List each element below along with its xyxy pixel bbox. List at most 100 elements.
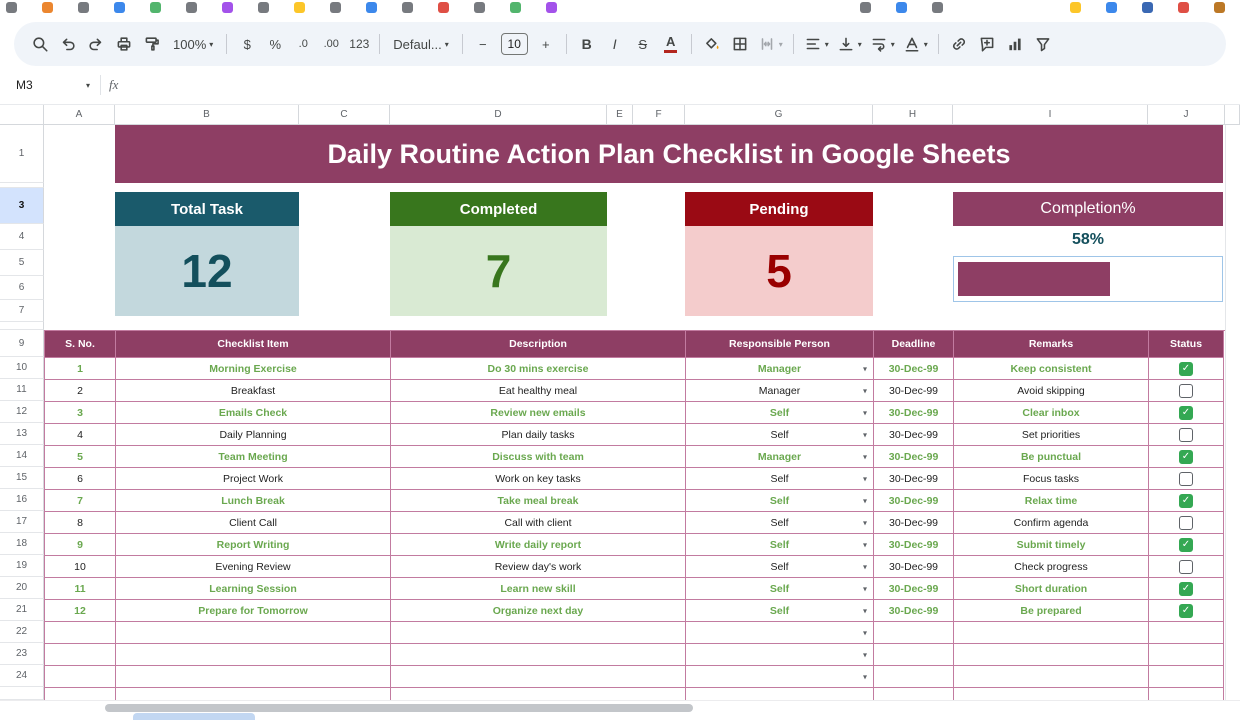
item-cell[interactable]: Morning Exercise xyxy=(116,358,391,380)
status-checkbox[interactable]: ✓ xyxy=(1179,406,1193,420)
remarks-cell[interactable]: Be punctual xyxy=(954,446,1149,468)
column-header-J[interactable]: J xyxy=(1148,105,1225,125)
increase-font-size-button[interactable]: + xyxy=(533,30,559,58)
remarks-cell[interactable]: Short duration xyxy=(954,578,1149,600)
bookmark-favicon[interactable] xyxy=(78,2,89,13)
person-cell[interactable]: Self▾ xyxy=(686,490,874,512)
borders-button[interactable] xyxy=(727,30,753,58)
currency-format-button[interactable]: $ xyxy=(234,30,260,58)
pending-card-header[interactable]: Pending xyxy=(685,192,873,226)
sno-cell[interactable]: 4 xyxy=(45,424,116,446)
column-header-F[interactable]: F xyxy=(633,105,685,125)
person-cell[interactable]: Self▾ xyxy=(686,578,874,600)
completion-percent-value[interactable]: 58% xyxy=(953,227,1223,253)
status-cell[interactable]: ✓ xyxy=(1149,600,1224,622)
dropdown-caret-icon[interactable]: ▾ xyxy=(863,496,867,505)
desc-cell[interactable]: Review new emails xyxy=(391,402,686,424)
percent-format-button[interactable]: % xyxy=(262,30,288,58)
status-cell[interactable] xyxy=(1149,556,1224,578)
person-cell[interactable]: Self▾ xyxy=(686,534,874,556)
bookmark-favicon[interactable] xyxy=(402,2,413,13)
desc-cell[interactable]: Call with client xyxy=(391,512,686,534)
status-cell[interactable] xyxy=(1149,424,1224,446)
remarks-cell[interactable] xyxy=(954,644,1149,666)
bookmark-favicon[interactable] xyxy=(6,2,17,13)
sno-cell[interactable]: 7 xyxy=(45,490,116,512)
desc-cell[interactable]: Review day's work xyxy=(391,556,686,578)
row-header-17[interactable]: 17 xyxy=(0,511,44,533)
deadline-cell[interactable] xyxy=(874,688,954,700)
bookmark-favicon[interactable] xyxy=(186,2,197,13)
column-header-D[interactable]: D xyxy=(390,105,607,125)
dropdown-caret-icon[interactable]: ▾ xyxy=(863,540,867,549)
font-name-control[interactable]: Defaul... ▾ xyxy=(387,30,454,58)
column-header-I[interactable]: I xyxy=(953,105,1148,125)
horizontal-align-button[interactable]: ▾ xyxy=(801,30,832,58)
bookmark-favicon[interactable] xyxy=(258,2,269,13)
total-task-card-value[interactable]: 12 xyxy=(115,226,299,316)
completion-card-header[interactable]: Completion% xyxy=(953,192,1223,226)
person-cell[interactable]: Self▾ xyxy=(686,424,874,446)
status-cell[interactable] xyxy=(1149,512,1224,534)
bookmark-favicon[interactable] xyxy=(294,2,305,13)
remarks-cell[interactable] xyxy=(954,666,1149,688)
desc-cell[interactable]: Learn new skill xyxy=(391,578,686,600)
status-cell[interactable]: ✓ xyxy=(1149,358,1224,380)
row-header-7[interactable]: 7 xyxy=(0,300,44,322)
header-responsible-person[interactable]: Responsible Person xyxy=(686,331,874,358)
row-header-14[interactable]: 14 xyxy=(0,445,44,467)
desc-cell[interactable]: Plan daily tasks xyxy=(391,424,686,446)
create-filter-button[interactable] xyxy=(1030,30,1056,58)
bookmark-favicon[interactable] xyxy=(1214,2,1225,13)
sno-cell[interactable]: 11 xyxy=(45,578,116,600)
status-checkbox[interactable]: ✓ xyxy=(1179,494,1193,508)
person-cell[interactable]: ▾ xyxy=(686,666,874,688)
item-cell[interactable] xyxy=(116,644,391,666)
dropdown-caret-icon[interactable]: ▾ xyxy=(863,584,867,593)
header-remarks[interactable]: Remarks xyxy=(954,331,1149,358)
row-header-12[interactable]: 12 xyxy=(0,401,44,423)
item-cell[interactable] xyxy=(116,622,391,644)
bookmark-favicon[interactable] xyxy=(1142,2,1153,13)
deadline-cell[interactable]: 30-Dec-99 xyxy=(874,556,954,578)
remarks-cell[interactable]: Clear inbox xyxy=(954,402,1149,424)
increase-decimal-button[interactable]: .00 xyxy=(318,30,344,58)
row-header-23[interactable]: 23 xyxy=(0,643,44,665)
bookmark-favicon[interactable] xyxy=(896,2,907,13)
desc-cell[interactable] xyxy=(391,688,686,700)
status-cell[interactable] xyxy=(1149,666,1224,688)
sno-cell[interactable] xyxy=(45,688,116,700)
redo-button[interactable] xyxy=(83,30,109,58)
header-checklist-item[interactable]: Checklist Item xyxy=(116,331,391,358)
header-description[interactable]: Description xyxy=(391,331,686,358)
person-cell[interactable]: ▾ xyxy=(686,622,874,644)
dropdown-caret-icon[interactable]: ▾ xyxy=(863,518,867,527)
row-header-18[interactable]: 18 xyxy=(0,533,44,555)
column-header-A[interactable]: A xyxy=(44,105,115,125)
desc-cell[interactable]: Organize next day xyxy=(391,600,686,622)
insert-link-button[interactable] xyxy=(946,30,972,58)
sheet-title-banner[interactable]: Daily Routine Action Plan Checklist in G… xyxy=(115,125,1223,183)
bookmark-favicon[interactable] xyxy=(474,2,485,13)
deadline-cell[interactable]: 30-Dec-99 xyxy=(874,490,954,512)
person-cell[interactable]: Self▾ xyxy=(686,600,874,622)
column-header-G[interactable]: G xyxy=(685,105,873,125)
deadline-cell[interactable]: 30-Dec-99 xyxy=(874,468,954,490)
deadline-cell[interactable]: 30-Dec-99 xyxy=(874,534,954,556)
remarks-cell[interactable]: Avoid skipping xyxy=(954,380,1149,402)
completion-progress-bar[interactable] xyxy=(953,256,1223,302)
sno-cell[interactable] xyxy=(45,644,116,666)
bookmark-favicon[interactable] xyxy=(42,2,53,13)
row-header-20[interactable]: 20 xyxy=(0,577,44,599)
name-box[interactable]: M3 ▾ xyxy=(0,78,96,92)
status-checkbox[interactable] xyxy=(1179,384,1193,398)
sno-cell[interactable]: 2 xyxy=(45,380,116,402)
bookmark-favicon[interactable] xyxy=(932,2,943,13)
status-cell[interactable]: ✓ xyxy=(1149,534,1224,556)
person-cell[interactable]: Manager▾ xyxy=(686,358,874,380)
number-format-button[interactable]: 123 xyxy=(346,30,372,58)
desc-cell[interactable]: Take meal break xyxy=(391,490,686,512)
remarks-cell[interactable]: Be prepared xyxy=(954,600,1149,622)
person-cell[interactable]: Self▾ xyxy=(686,556,874,578)
italic-button[interactable]: I xyxy=(602,30,628,58)
